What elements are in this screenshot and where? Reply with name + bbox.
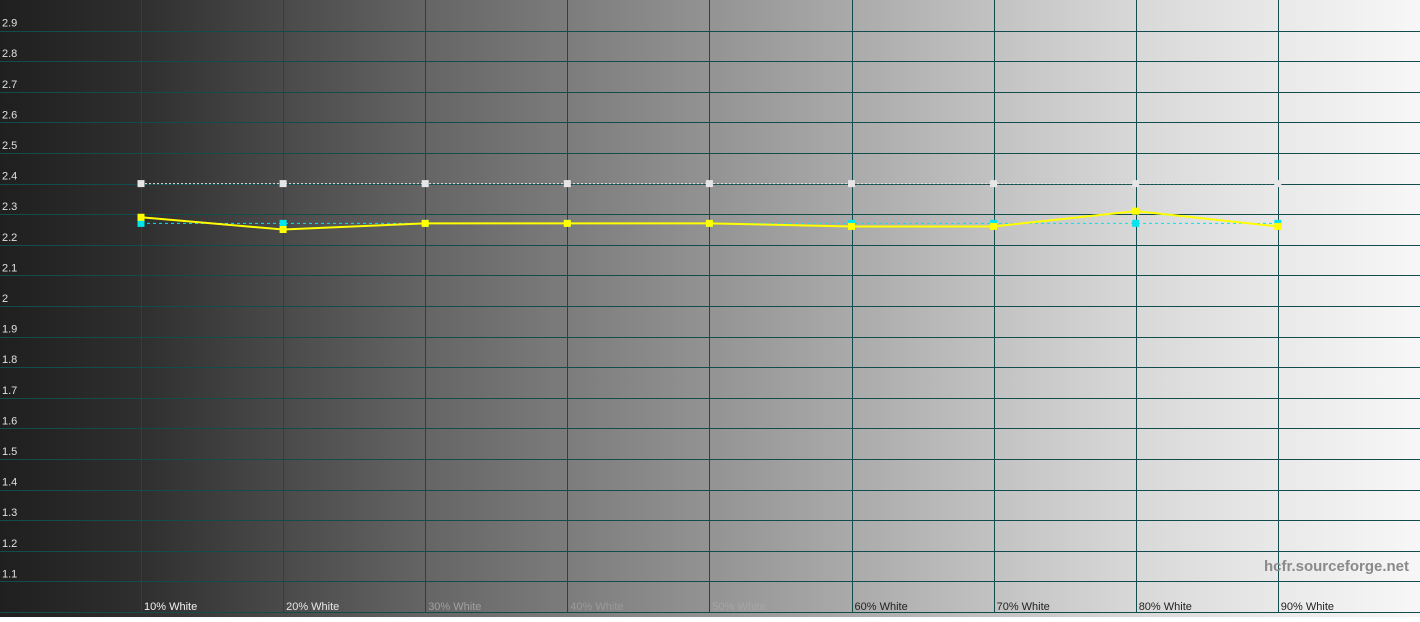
y-tick-label: 2.9 [2, 18, 17, 30]
x-tick-label: 10% White [144, 601, 197, 613]
data-point-measured [563, 219, 571, 227]
y-tick-label: 1.8 [2, 354, 17, 366]
data-point-target [279, 180, 287, 188]
y-tick-label: 2 [2, 293, 8, 305]
y-tick-label: 1.2 [2, 538, 17, 550]
y-tick-label: 1.9 [2, 324, 17, 336]
data-point-target [1274, 180, 1282, 188]
y-tick-label: 1.3 [2, 507, 17, 519]
data-point-measured [421, 219, 429, 227]
x-tick-label: 30% White [428, 601, 481, 613]
data-point-measured [1274, 222, 1282, 230]
x-axis-tick-labels: 10% White 20% White 30% White 40% White 50% … [144, 601, 1334, 613]
x-tick-label: 70% White [997, 601, 1050, 613]
chart-svg: 2.9 2.8 2.7 2.6 2.5 2.4 2.3 2.2 2.1 2 1.9 1.8 1.7 1.6… [0, 0, 1420, 617]
data-point-measured [1132, 207, 1140, 215]
y-tick-label: 2.2 [2, 232, 17, 244]
y-tick-label: 2.5 [2, 140, 17, 152]
data-point-measured [990, 222, 998, 230]
y-tick-label: 1.7 [2, 385, 17, 397]
watermark-text: hcfr.sourceforge.net [1264, 558, 1409, 575]
data-point-target [421, 180, 429, 188]
data-point-target [848, 180, 855, 188]
x-tick-label: 80% White [1139, 601, 1192, 613]
data-point-measured [279, 226, 287, 233]
y-tick-label: 2.4 [2, 171, 17, 183]
y-tick-label: 2.3 [2, 201, 17, 213]
data-point-average [1132, 219, 1140, 227]
x-tick-label: 50% White [712, 601, 765, 613]
y-tick-label: 2.7 [2, 79, 17, 91]
data-point-target [705, 180, 713, 188]
gamma-chart: 2.9 2.8 2.7 2.6 2.5 2.4 2.3 2.2 2.1 2 1.9 1.8 1.7 1.6… [0, 0, 1420, 617]
data-point-average [137, 219, 145, 227]
x-tick-label: 60% White [855, 601, 908, 613]
data-point-measured [848, 222, 855, 230]
x-tick-label: 20% White [286, 601, 339, 613]
data-point-measured [137, 213, 145, 221]
data-point-target [563, 180, 571, 188]
y-tick-label: 1.5 [2, 446, 17, 458]
y-tick-label: 2.8 [2, 48, 17, 60]
data-point-measured [705, 219, 713, 227]
data-point-average [279, 219, 287, 227]
x-tick-label: 90% White [1281, 601, 1334, 613]
data-point-target [1132, 180, 1140, 188]
data-point-target [990, 180, 998, 188]
y-tick-label: 1.6 [2, 415, 17, 427]
x-tick-label: 40% White [570, 601, 623, 613]
y-tick-label: 1.4 [2, 477, 17, 489]
y-tick-label: 1.1 [2, 568, 17, 580]
y-tick-label: 2.1 [2, 262, 17, 274]
y-tick-label: 2.6 [2, 109, 17, 121]
data-point-target [137, 180, 145, 188]
